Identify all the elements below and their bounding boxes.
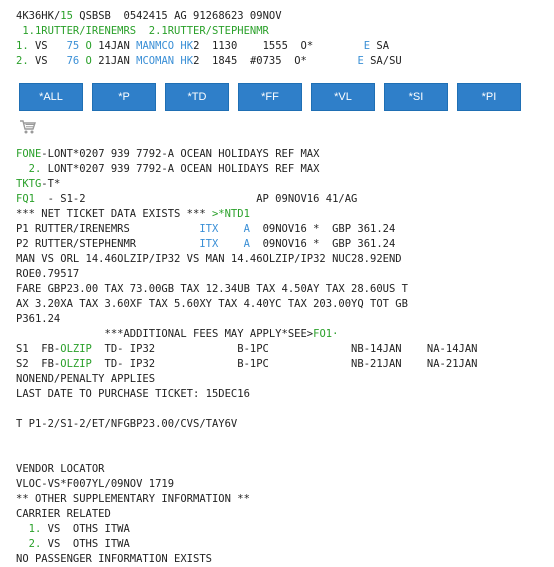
fare-quote-label[interactable]: FQ1 [16,193,35,205]
nonend-line: NONEND/PENALTY APPLIES [16,373,156,385]
ticketing-value: -T* [41,178,61,190]
ticketing-line: TKTG-T* [16,177,546,192]
fare-passenger-name: P2 RUTTER/STEPHENMR [16,238,200,250]
header-info: QSBSB 0542415 AG 91268623 09NOV [72,10,282,22]
net-ticket-text: *** NET TICKET DATA EXISTS *** [16,208,212,220]
passenger-2-num: 2.1 [148,25,168,37]
osi-text: VS OTHS ITWA [41,538,130,550]
vendor-title: VENDOR LOCATOR [16,463,105,475]
fare-calc-line: ROE0.79517 [16,268,80,280]
net-ticket-line: *** NET TICKET DATA EXISTS *** >*NTD1 [16,207,546,222]
segment-class: O [79,55,92,67]
segment-num: 1. [16,40,29,52]
fare-calc-line: P361.24 [16,313,61,325]
record-locator: 4K36HK [16,10,54,22]
segment-class: O [79,40,92,52]
fare-basis-segment-1: S1 FB-OLZIP TD- IP32 B-1PC NB-14JAN NA-1… [16,342,546,357]
fare-basis-label: S2 FB- [16,358,61,370]
osi-num: 1. [16,523,42,535]
fare-basis-segment-2: S2 FB-OLZIP TD- IP32 B-1PC NB-21JAN NA-2… [16,357,546,372]
fare-type-link[interactable]: ITX [199,238,218,250]
passenger-info-button[interactable]: *PI [457,83,521,111]
segment-date: 14JAN [91,40,137,52]
fare-passenger-1: P1 RUTTER/IRENEMRS ITX A 09NOV16 * GBP 3… [16,222,546,237]
command-buttons: *ALL *P *TD *FF *VL *SI *PI [19,83,546,113]
fees-text: ***ADDITIONAL FEES MAY APPLY*SEE> [16,328,314,340]
fare-basis-link[interactable]: OLZIP [60,358,92,370]
osi-text: VS OTHS ITWA [41,523,130,535]
osi-num: 2. [16,538,42,550]
net-ticket-link[interactable]: >*NTD1 [212,208,250,220]
segment-num: 2. [16,55,29,67]
fare-basis-details: TD- IP32 B-1PC NB-21JAN NA-21JAN [91,358,478,370]
fees-link[interactable]: FO1· [313,328,338,340]
osi-title: ** OTHER SUPPLEMENTARY INFORMATION ** [16,493,250,505]
segment-airline: VS [28,55,61,67]
segment-row: 2. VS 76 O 21JAN MCOMAN HK2 1845 #0735 O… [16,54,546,69]
segment-date: 21JAN [91,55,137,67]
fare-basis-link[interactable]: OLZIP [60,343,92,355]
pnr-header: 4K36HK/15 QSBSB 0542415 AG 91268623 09NO… [16,9,546,24]
fare-passenger-name: P1 RUTTER/IRENEMRS [16,223,200,235]
fare-calc-line: MAN VS ORL 14.46OLZIP/IP32 VS MAN 14.46O… [16,253,402,265]
phone-line-1: FONE-LONT*0207 939 7792-A OCEAN HOLIDAYS… [16,147,546,162]
ticket-data-button[interactable]: *TD [165,83,229,111]
segment-row: 1. VS 75 O 14JAN MANMCO HK2 1130 1555 O*… [16,39,546,54]
vendor-locator-button[interactable]: *VL [311,83,375,111]
carrier-related: CARRIER RELATED [16,508,111,520]
osi-item: 1. VS OTHS ITWA [16,522,546,537]
special-info-button[interactable]: *SI [384,83,448,111]
passenger-2-name[interactable]: RUTTER/STEPHENMR [168,25,269,37]
shopping-cart-icon[interactable] [19,119,37,135]
phone-text: -LONT*0207 939 7792-A OCEAN HOLIDAYS REF… [41,148,320,160]
ticket-line: T P1-2/S1-2/ET/NFGBP23.00/CVS/TAY6V [16,418,238,430]
segment-times: 2 1130 1555 O* [193,40,364,52]
fare-amount: 09NOV16 * GBP 361.24 [249,238,396,250]
segment-route[interactable]: MANMCO [136,40,174,52]
fare-calc-line: FARE GBP23.00 TAX 73.00GB TAX 12.34UB TA… [16,283,408,295]
passenger-1-name[interactable]: RUTTER/IRENEMRS [41,25,148,37]
passenger-1-num: 1.1 [22,25,42,37]
fees-line: ***ADDITIONAL FEES MAY APPLY*SEE>FO1· [16,327,546,342]
all-button[interactable]: *ALL [19,83,83,111]
frequent-flyer-button[interactable]: *FF [238,83,302,111]
fare-quote-header: FQ1 - S1-2 AP 09NOV16 41/AG [16,192,546,207]
segment-flight[interactable]: 75 [60,40,80,52]
fare-passenger-2: P2 RUTTER/STEPHENMR ITX A 09NOV16 * GBP … [16,237,546,252]
phone-label: FONE [16,148,42,160]
segment-status: HK [180,55,194,67]
segment-days: SA/SU [363,55,402,67]
last-date-line: LAST DATE TO PURCHASE TICKET: 15DEC16 [16,388,250,400]
ticketing-label: TKTG [16,178,42,190]
segment-route[interactable]: MCOMAN [136,55,174,67]
fare-quote-info: - S1-2 AP 09NOV16 41/AG [34,193,358,205]
fare-amount: 09NOV16 * GBP 361.24 [249,223,396,235]
fare-calc-line: AX 3.20XA TAX 3.60XF TAX 5.60XY TAX 4.40… [16,298,408,310]
phone-line-2: 2. LONT*0207 939 7792-A OCEAN HOLIDAYS R… [16,162,546,177]
vendor-locator-line: VLOC-VS*F007YL/09NOV 1719 [16,478,175,490]
segment-times: 2 1845 #0735 O* [193,55,358,67]
segment-days: SA [370,40,390,52]
pnr-button[interactable]: *P [92,83,156,111]
terminal-screen: 4K36HK/15 QSBSB 0542415 AG 91268623 09NO… [16,9,546,567]
footer-line: NO PASSENGER INFORMATION EXISTS [16,553,212,565]
segment-airline: VS [28,40,61,52]
passenger-names: 1.1RUTTER/IRENEMRS 2.1RUTTER/STEPHENMR [16,24,546,39]
osi-item: 2. VS OTHS ITWA [16,537,546,552]
fare-basis-details: TD- IP32 B-1PC NB-14JAN NA-14JAN [91,343,478,355]
phone-num: 2. [16,163,42,175]
phone-text: LONT*0207 939 7792-A OCEAN HOLIDAYS REF … [41,163,320,175]
fare-basis-label: S1 FB- [16,343,61,355]
segment-status: HK [180,40,194,52]
segment-flight[interactable]: 76 [60,55,80,67]
agent-number: 15 [60,10,73,22]
fare-type-link[interactable]: ITX [199,223,218,235]
